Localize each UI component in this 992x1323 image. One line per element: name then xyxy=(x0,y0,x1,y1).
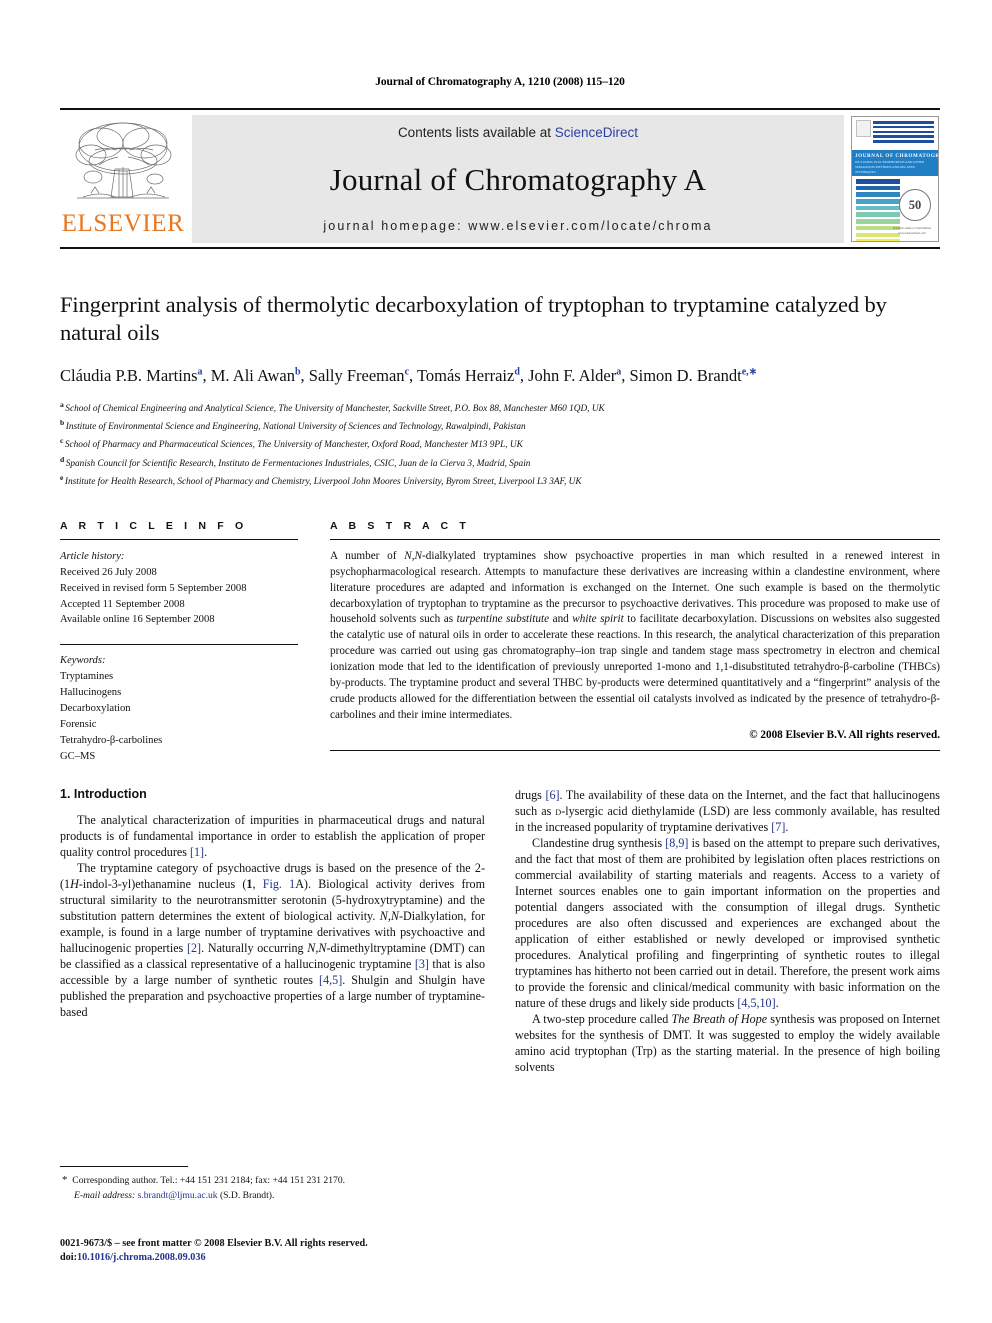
keyword-item: Hallucinogens xyxy=(60,687,122,699)
keyword-item: Tetrahydro-β-carbolines xyxy=(60,734,163,746)
divider xyxy=(330,538,940,540)
affiliation-item: c School of Pharmacy and Pharmaceutical S… xyxy=(60,436,523,451)
journal-masthead: ELSEVIER Contents lists available at Sci… xyxy=(60,108,940,249)
affiliation-item: e Institute for Health Research, School o… xyxy=(60,472,582,487)
corresponding-author-footnote: * Corresponding author. Tel.: +44 151 23… xyxy=(60,1166,485,1203)
cover-header-lines xyxy=(873,121,934,145)
imprint-block: 0021-9673/$ – see front matter © 2008 El… xyxy=(60,1237,490,1266)
article-history: Article history: Received 26 July 2008 R… xyxy=(60,549,298,628)
contents-available-line: Contents lists available at ScienceDirec… xyxy=(398,125,638,140)
keyword-item: Tryptamines xyxy=(60,671,114,683)
elsevier-wordmark: ELSEVIER xyxy=(61,210,185,237)
paragraph: A two-step procedure called The Breath o… xyxy=(515,1011,940,1074)
issn-copyright-line: 0021-9673/$ – see front matter © 2008 El… xyxy=(60,1238,368,1249)
divider xyxy=(60,644,298,646)
history-item: Accepted 11 September 2008 xyxy=(60,598,185,610)
running-head: Journal of Chromatography A, 1210 (2008)… xyxy=(375,76,625,88)
elsevier-tree-icon xyxy=(75,122,172,199)
anniversary-badge: 50 xyxy=(899,189,931,221)
cover-logo-block xyxy=(856,120,871,137)
history-item: Available online 16 September 2008 xyxy=(60,614,215,626)
section-heading-introduction: 1. Introduction xyxy=(60,786,147,801)
author-list: Cláudia P.B. Martinsa, M. Ali Awanb, Sal… xyxy=(60,365,758,385)
cover-title-band: JOURNAL OF CHROMATOGRAPHY A INCLUDING EL… xyxy=(852,150,938,176)
cover-subtitle-text: INCLUDING ELECTROPHORESIS AND OTHER SEPA… xyxy=(855,160,925,174)
journal-title: Journal of Chromatography A xyxy=(329,162,707,197)
doi-line: doi:10.1016/j.chroma.2008.09.036 xyxy=(60,1251,490,1265)
keyword-item: Forensic xyxy=(60,718,97,730)
doi-link[interactable]: 10.1016/j.chroma.2008.09.036 xyxy=(77,1252,206,1263)
journal-homepage-link[interactable]: journal homepage: www.elsevier.com/locat… xyxy=(323,219,712,233)
divider xyxy=(60,538,298,540)
article-history-label: Article history: xyxy=(60,550,125,562)
cover-top-lines xyxy=(856,120,934,148)
abstract-body: A number of N,N-dialkylated tryptamines … xyxy=(330,549,941,721)
keyword-item: Decarboxylation xyxy=(60,702,131,714)
article-page: Journal of Chromatography A, 1210 (2008)… xyxy=(0,0,992,1323)
body-left-column: 1. Introduction The analytical character… xyxy=(60,787,485,1075)
info-abstract-block: A R T I C L E I N F O Article history: R… xyxy=(60,520,940,765)
article-info-heading: A R T I C L E I N F O xyxy=(60,519,248,532)
history-item: Received 26 July 2008 xyxy=(60,566,157,578)
keywords-list: Keywords: Tryptamines Hallucinogens Deca… xyxy=(60,653,298,764)
article-info-column: A R T I C L E I N F O Article history: R… xyxy=(60,520,298,765)
affiliation-list: a School of Chemical Engineering and Anal… xyxy=(60,399,940,490)
affiliation-item: d Spanish Council for Scientific Research… xyxy=(60,454,531,469)
contents-prefix: Contents lists available at xyxy=(397,125,555,140)
abstract-copyright: © 2008 Elsevier B.V. All rights reserved… xyxy=(749,728,940,741)
abstract-heading: A B S T R A C T xyxy=(330,519,470,532)
affiliation-item: a School of Chemical Engineering and Anal… xyxy=(60,400,605,415)
masthead-center: Contents lists available at ScienceDirec… xyxy=(192,115,844,243)
paragraph: Clandestine drug synthesis [8,9] is base… xyxy=(515,835,941,1010)
elsevier-logo: ELSEVIER xyxy=(60,113,186,245)
abstract-column: A B S T R A C T A number of N,N-dialkyla… xyxy=(330,520,940,765)
divider xyxy=(330,749,940,751)
article-body: 1. Introduction The analytical character… xyxy=(60,787,940,1075)
cover-title-text: JOURNAL OF CHROMATOGRAPHY A xyxy=(855,153,938,159)
doi-label: doi: xyxy=(60,1252,77,1264)
affiliation-item: b Institute of Environmental Science and … xyxy=(60,418,526,433)
history-item: Received in revised form 5 September 200… xyxy=(60,582,247,594)
keyword-item: GC–MS xyxy=(60,750,96,762)
cover-footer-text: Available online at ScienceDirect www.sc… xyxy=(892,226,932,235)
page-title: Fingerprint analysis of thermolytic deca… xyxy=(60,292,887,346)
journal-cover-thumbnail: JOURNAL OF CHROMATOGRAPHY A INCLUDING EL… xyxy=(850,113,940,245)
body-right-column: drugs [6]. The availability of these dat… xyxy=(515,787,940,1075)
footnote-text: * Corresponding author. Tel.: +44 151 23… xyxy=(62,1174,346,1201)
sciencedirect-link[interactable]: ScienceDirect xyxy=(555,125,638,140)
keywords-label: Keywords: xyxy=(60,655,106,667)
paragraph: The analytical characterization of impur… xyxy=(60,812,485,859)
paragraph: The tryptamine category of psychoactive … xyxy=(60,860,486,1019)
paragraph: drugs [6]. The availability of these dat… xyxy=(515,787,940,834)
footnote-divider xyxy=(60,1166,188,1167)
